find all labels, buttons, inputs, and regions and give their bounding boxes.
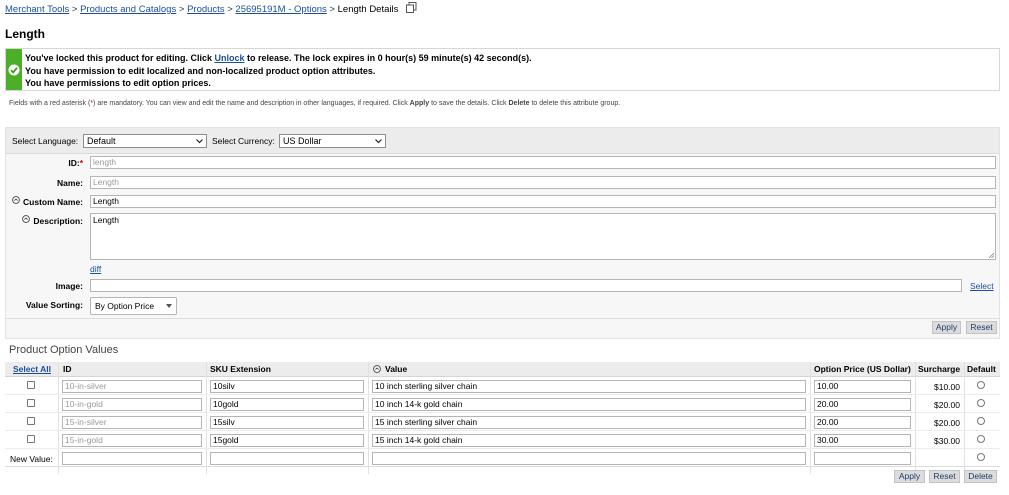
row-id-field[interactable]: 10-in-silver	[62, 380, 202, 393]
breadcrumb-product-options[interactable]: 25695191M - Options	[235, 4, 326, 15]
page-title: Length	[5, 27, 45, 41]
column-header-id: ID	[63, 364, 72, 374]
new-price-field[interactable]	[814, 452, 911, 465]
breadcrumb: Merchant Tools > Products and Catalogs >…	[5, 2, 417, 15]
row-default-radio[interactable]	[977, 381, 985, 389]
new-value-field[interactable]	[372, 452, 806, 465]
new-id-field[interactable]	[62, 452, 202, 465]
lock-status-message: You've locked this product for editing. …	[5, 48, 1000, 91]
row-id-field[interactable]: 15-in-gold	[62, 434, 202, 447]
reset-button[interactable]: Reset	[966, 321, 997, 334]
row-value-field[interactable]: 15 inch 14-k gold chain	[372, 434, 806, 447]
resize-grip-icon[interactable]	[988, 252, 994, 258]
breadcrumb-merchant-tools[interactable]: Merchant Tools	[5, 4, 69, 15]
column-header-sku: SKU Extension	[210, 364, 271, 374]
column-header-surcharge: Surcharge	[918, 364, 961, 374]
language-label: Select Language:	[12, 136, 79, 146]
values-apply-button[interactable]: Apply	[894, 470, 925, 483]
currency-select[interactable]: US Dollar	[279, 134, 386, 148]
name-label: Name:	[57, 178, 83, 188]
row-checkbox[interactable]	[27, 435, 35, 443]
row-sku-field[interactable]: 10silv	[210, 380, 364, 393]
row-price-field[interactable]: 10.00	[814, 380, 911, 393]
row-sku-field[interactable]: 15gold	[210, 434, 364, 447]
image-label: Image:	[55, 281, 83, 291]
table-row: 15-in-silver 15silv 15 inch sterling sil…	[5, 414, 1000, 431]
row-price-field[interactable]: 30.00	[814, 434, 911, 447]
breadcrumb-separator: >	[227, 4, 233, 15]
column-header-value: Value	[385, 364, 408, 374]
id-label: ID:*	[68, 158, 83, 168]
select-all-link[interactable]: Select All	[13, 364, 51, 374]
apply-button[interactable]: Apply	[932, 321, 961, 334]
breadcrumb-separator: >	[178, 4, 185, 15]
custom-name-field[interactable]: Length	[90, 195, 996, 208]
caret-down-icon	[166, 304, 172, 308]
row-default-radio[interactable]	[977, 435, 985, 443]
lock-message-line: You've locked this product for editing. …	[25, 53, 532, 63]
currency-label: Select Currency:	[212, 136, 275, 146]
values-reset-button[interactable]: Reset	[929, 470, 960, 483]
checkmark-icon	[8, 64, 20, 76]
row-checkbox[interactable]	[27, 417, 35, 425]
row-sku-field[interactable]: 10gold	[210, 398, 364, 411]
breadcrumb-separator: >	[71, 4, 78, 15]
new-default-radio[interactable]	[977, 453, 985, 461]
breadcrumb-products[interactable]: Products	[187, 4, 225, 15]
breadcrumb-products-and-catalogs[interactable]: Products and Catalogs	[80, 4, 176, 15]
diff-link[interactable]: diff	[90, 264, 101, 274]
copy-icon[interactable]	[406, 2, 417, 13]
id-field[interactable]: length	[90, 156, 996, 169]
divider	[6, 318, 999, 319]
value-sorting-select[interactable]: By Option Price	[90, 297, 177, 315]
row-value-field[interactable]: 10 inch 14-k gold chain	[372, 398, 806, 411]
language-select[interactable]: Default	[83, 134, 207, 148]
image-select-link[interactable]: Select	[970, 281, 994, 291]
permission-message-line: You have permission to edit localized an…	[25, 65, 376, 76]
localized-icon	[373, 365, 381, 373]
row-checkbox[interactable]	[27, 381, 35, 389]
row-checkbox[interactable]	[27, 399, 35, 407]
form-hint: Fields with a red asterisk (*) are manda…	[9, 100, 621, 107]
row-surcharge: $30.00	[934, 436, 960, 446]
new-value-row: New Value:	[5, 450, 1000, 467]
chevron-down-icon	[375, 139, 382, 144]
row-sku-field[interactable]: 15silv	[210, 416, 364, 429]
row-default-radio[interactable]	[977, 417, 985, 425]
table-row: 10-in-gold 10gold 10 inch 14-k gold chai…	[5, 396, 1000, 413]
chevron-down-icon	[196, 139, 203, 144]
name-field[interactable]: Length	[90, 176, 996, 189]
price-permission-message-line: You have permissions to edit option pric…	[25, 78, 211, 88]
table-row: 15-in-gold 15gold 15 inch 14-k gold chai…	[5, 432, 1000, 449]
new-value-label: New Value:	[10, 454, 53, 464]
row-value-field[interactable]: 15 inch sterling silver chain	[372, 416, 806, 429]
row-surcharge: $20.00	[934, 400, 960, 410]
row-surcharge: $20.00	[934, 418, 960, 428]
row-id-field[interactable]: 10-in-gold	[62, 398, 202, 411]
column-header-default: Default	[967, 364, 996, 374]
value-sorting-label: Value Sorting:	[25, 300, 83, 310]
values-delete-button[interactable]: Delete	[964, 470, 997, 483]
section-title: Product Option Values	[9, 344, 119, 356]
column-header-price: Option Price (US Dollar)	[814, 364, 911, 374]
table-row: 10-in-silver 10silv 10 inch sterling sil…	[5, 378, 1000, 395]
row-default-radio[interactable]	[977, 399, 985, 407]
unlock-link[interactable]: Unlock	[215, 53, 245, 63]
description-textarea[interactable]: Length	[90, 213, 996, 260]
row-surcharge: $10.00	[934, 382, 960, 392]
success-flag	[6, 49, 22, 90]
breadcrumb-separator: >	[329, 4, 335, 15]
image-field[interactable]	[90, 279, 962, 292]
custom-name-label: Custom Name:	[23, 197, 83, 207]
option-details-panel: Select Language: Default Select Currency…	[5, 127, 1000, 339]
row-value-field[interactable]: 10 inch sterling silver chain	[372, 380, 806, 393]
description-label: Description:	[33, 216, 83, 226]
row-id-field[interactable]: 15-in-silver	[62, 416, 202, 429]
row-price-field[interactable]: 20.00	[814, 416, 911, 429]
new-sku-field[interactable]	[210, 452, 364, 465]
localized-icon	[22, 215, 30, 223]
row-price-field[interactable]: 20.00	[814, 398, 911, 411]
breadcrumb-current: Length Details	[337, 4, 399, 15]
localized-icon	[12, 196, 20, 204]
